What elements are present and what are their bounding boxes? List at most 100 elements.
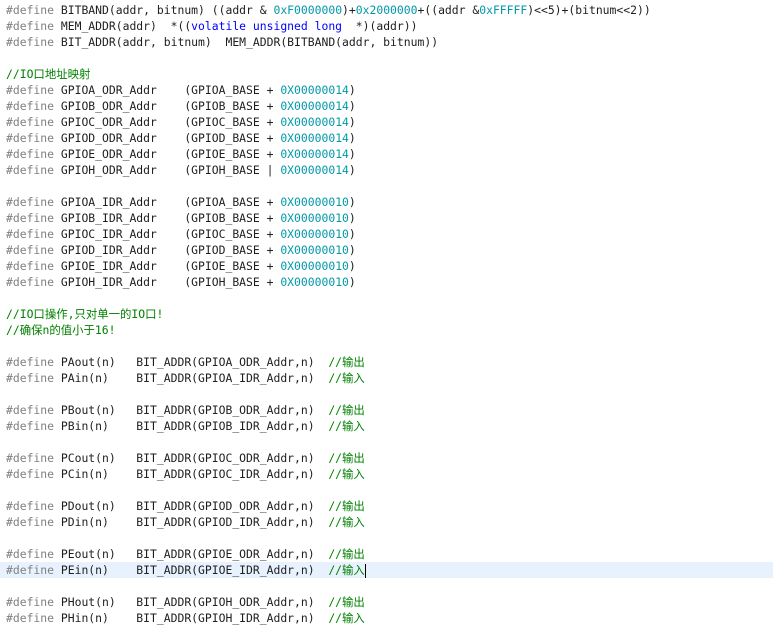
code-token-plain: GPIOC_ODR_Addr (GPIOC_BASE + xyxy=(54,115,281,129)
code-token-plain: PBout(n) BIT_ADDR(GPIOB_ODR_Addr,n) xyxy=(54,403,329,417)
code-token-comment: //IO口操作,只对单一的IO口! xyxy=(6,307,164,321)
code-line[interactable]: #define PHout(n) BIT_ADDR(GPIOH_ODR_Addr… xyxy=(0,594,773,610)
code-line[interactable] xyxy=(0,482,773,498)
code-token-plain: ) xyxy=(348,131,356,145)
code-token-comment: //输出 xyxy=(328,355,365,369)
code-line[interactable]: //IO口地址映射 xyxy=(0,66,773,82)
code-token-plain: PDin(n) BIT_ADDR(GPIOD_IDR_Addr,n) xyxy=(54,515,329,529)
code-token-plain: GPIOE_ODR_Addr (GPIOE_BASE + xyxy=(54,147,281,161)
code-line[interactable]: #define GPIOC_IDR_Addr (GPIOC_BASE + 0X0… xyxy=(0,226,773,242)
code-token-plain: PHin(n) BIT_ADDR(GPIOH_IDR_Addr,n) xyxy=(54,611,329,625)
code-line[interactable] xyxy=(0,434,773,450)
code-line[interactable]: #define GPIOH_ODR_Addr (GPIOH_BASE | 0X0… xyxy=(0,162,773,178)
code-token-plain: ) xyxy=(348,211,356,225)
code-line[interactable]: #define GPIOD_IDR_Addr (GPIOD_BASE + 0X0… xyxy=(0,242,773,258)
code-line[interactable]: #define PBin(n) BIT_ADDR(GPIOB_IDR_Addr,… xyxy=(0,418,773,434)
code-line[interactable]: #define PCout(n) BIT_ADDR(GPIOC_ODR_Addr… xyxy=(0,450,773,466)
code-token-plain: PAin(n) BIT_ADDR(GPIOA_IDR_Addr,n) xyxy=(54,371,329,385)
code-token-number: 0X00000014 xyxy=(280,131,349,145)
code-line[interactable] xyxy=(0,530,773,546)
code-token-plain: PCin(n) BIT_ADDR(GPIOC_IDR_Addr,n) xyxy=(54,467,329,481)
code-token-preproc: #define xyxy=(6,419,55,433)
code-token-comment: //输出 xyxy=(328,595,365,609)
code-token-preproc: #define xyxy=(6,515,55,529)
code-token-preproc: #define xyxy=(6,195,55,209)
code-line[interactable] xyxy=(0,578,773,594)
code-token-preproc: #define xyxy=(6,467,55,481)
code-line[interactable] xyxy=(0,386,773,402)
code-token-preproc: #define xyxy=(6,211,55,225)
code-token-plain: GPIOD_IDR_Addr (GPIOD_BASE + xyxy=(54,243,281,257)
code-line[interactable]: #define BIT_ADDR(addr, bitnum) MEM_ADDR(… xyxy=(0,34,773,50)
code-line[interactable]: #define PDout(n) BIT_ADDR(GPIOD_ODR_Addr… xyxy=(0,498,773,514)
code-line[interactable] xyxy=(0,338,773,354)
code-line[interactable]: #define GPIOE_ODR_Addr (GPIOE_BASE + 0X0… xyxy=(0,146,773,162)
code-token-number: 0X00000010 xyxy=(280,243,349,257)
code-token-comment: //输入 xyxy=(328,371,365,385)
code-token-plain: PEout(n) BIT_ADDR(GPIOE_ODR_Addr,n) xyxy=(54,547,329,561)
code-line[interactable]: #define GPIOH_IDR_Addr (GPIOH_BASE + 0X0… xyxy=(0,274,773,290)
code-line[interactable]: #define GPIOA_IDR_Addr (GPIOA_BASE + 0X0… xyxy=(0,194,773,210)
code-token-plain: *)(addr)) xyxy=(342,19,418,33)
code-line[interactable]: #define BITBAND(addr, bitnum) ((addr & 0… xyxy=(0,2,773,18)
code-token-comment: //输入 xyxy=(328,611,365,625)
code-token-plain: GPIOC_IDR_Addr (GPIOC_BASE + xyxy=(54,227,281,241)
code-line[interactable]: //IO口操作,只对单一的IO口! xyxy=(0,306,773,322)
code-token-plain: ) xyxy=(348,227,356,241)
code-line[interactable]: #define GPIOA_ODR_Addr (GPIOA_BASE + 0X0… xyxy=(0,82,773,98)
code-line[interactable]: #define PEout(n) BIT_ADDR(GPIOE_ODR_Addr… xyxy=(0,546,773,562)
code-token-preproc: #define xyxy=(6,99,55,113)
code-line[interactable]: #define GPIOC_ODR_Addr (GPIOC_BASE + 0X0… xyxy=(0,114,773,130)
code-token-comment: //输出 xyxy=(328,451,365,465)
code-token-preproc: #define xyxy=(6,355,55,369)
code-line[interactable]: #define MEM_ADDR(addr) *((volatile unsig… xyxy=(0,18,773,34)
code-token-comment: //输入 xyxy=(328,515,365,529)
code-line[interactable]: #define PDin(n) BIT_ADDR(GPIOD_IDR_Addr,… xyxy=(0,514,773,530)
code-line[interactable]: //确保n的值小于16! xyxy=(0,322,773,338)
code-line[interactable]: #define GPIOB_ODR_Addr (GPIOB_BASE + 0X0… xyxy=(0,98,773,114)
code-editor[interactable]: #define BITBAND(addr, bitnum) ((addr & 0… xyxy=(0,0,773,634)
code-token-preproc: #define xyxy=(6,19,55,33)
code-token-number: 0X00000014 xyxy=(280,115,349,129)
code-token-plain: GPIOH_ODR_Addr (GPIOH_BASE | xyxy=(54,163,281,177)
code-line[interactable]: #define GPIOB_IDR_Addr (GPIOB_BASE + 0X0… xyxy=(0,210,773,226)
code-line[interactable] xyxy=(0,50,773,66)
code-token-plain: ) xyxy=(348,259,356,273)
code-token-preproc: #define xyxy=(6,499,55,513)
code-line[interactable]: #define PHin(n) BIT_ADDR(GPIOH_IDR_Addr,… xyxy=(0,610,773,626)
code-token-plain: PEin(n) BIT_ADDR(GPIOE_IDR_Addr,n) xyxy=(54,563,329,577)
code-token-plain: GPIOE_IDR_Addr (GPIOE_BASE + xyxy=(54,259,281,273)
code-token-plain: GPIOH_IDR_Addr (GPIOH_BASE + xyxy=(54,275,281,289)
code-line[interactable]: #define GPIOE_IDR_Addr (GPIOE_BASE + 0X0… xyxy=(0,258,773,274)
code-token-plain: GPIOA_ODR_Addr (GPIOA_BASE + xyxy=(54,83,281,97)
code-line[interactable]: #define PAin(n) BIT_ADDR(GPIOA_IDR_Addr,… xyxy=(0,370,773,386)
code-line[interactable]: #define PCin(n) BIT_ADDR(GPIOC_IDR_Addr,… xyxy=(0,466,773,482)
code-token-comment: //输入 xyxy=(328,467,365,481)
code-token-preproc: #define xyxy=(6,451,55,465)
code-token-comment: //输入 xyxy=(328,563,365,577)
code-token-plain: PBin(n) BIT_ADDR(GPIOB_IDR_Addr,n) xyxy=(54,419,329,433)
code-token-preproc: #define xyxy=(6,611,55,625)
code-token-plain: PAout(n) BIT_ADDR(GPIOA_ODR_Addr,n) xyxy=(54,355,329,369)
code-line[interactable]: #define PAout(n) BIT_ADDR(GPIOA_ODR_Addr… xyxy=(0,354,773,370)
code-token-plain: PCout(n) BIT_ADDR(GPIOC_ODR_Addr,n) xyxy=(54,451,329,465)
code-token-number: 0X00000014 xyxy=(280,163,349,177)
code-token-plain: ) xyxy=(348,163,356,177)
code-line[interactable] xyxy=(0,290,773,306)
code-token-plain: ) xyxy=(348,243,356,257)
code-token-preproc: #define xyxy=(6,115,55,129)
code-token-comment: //输出 xyxy=(328,403,365,417)
code-token-plain: GPIOB_IDR_Addr (GPIOB_BASE + xyxy=(54,211,281,225)
code-token-plain: )+ xyxy=(342,3,356,17)
code-line[interactable] xyxy=(0,178,773,194)
code-token-preproc: #define xyxy=(6,547,55,561)
code-token-number: 0xF0000000 xyxy=(273,3,343,17)
code-line[interactable]: #define PEin(n) BIT_ADDR(GPIOE_IDR_Addr,… xyxy=(0,562,773,578)
code-line[interactable]: #define PBout(n) BIT_ADDR(GPIOB_ODR_Addr… xyxy=(0,402,773,418)
code-token-plain: )<<5)+(bitnum<<2)) xyxy=(527,3,651,17)
code-token-plain: GPIOD_ODR_Addr (GPIOD_BASE + xyxy=(54,131,281,145)
code-token-number: 0X00000014 xyxy=(280,147,349,161)
code-token-plain: MEM_ADDR(addr) *(( xyxy=(54,19,192,33)
code-line[interactable]: #define GPIOD_ODR_Addr (GPIOD_BASE + 0X0… xyxy=(0,130,773,146)
code-token-comment: //输出 xyxy=(328,547,365,561)
